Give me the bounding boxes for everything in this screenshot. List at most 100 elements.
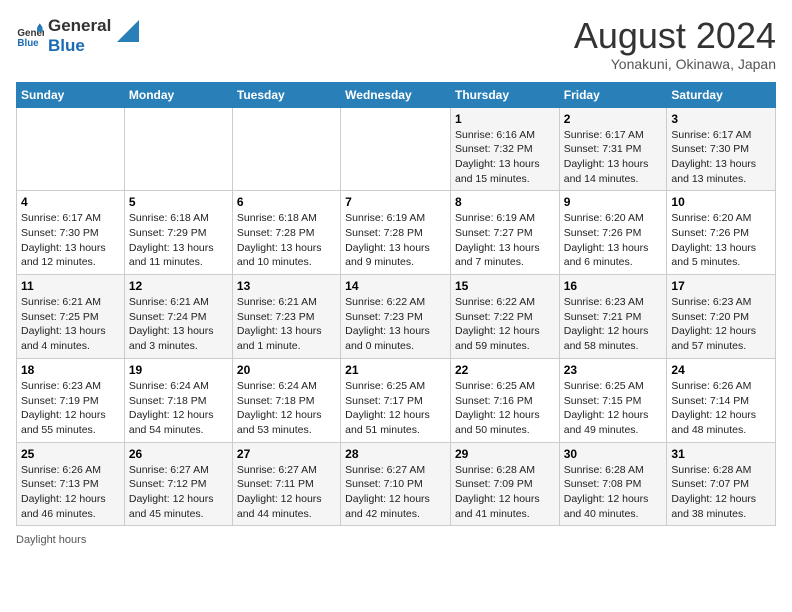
- day-number: 9: [564, 195, 663, 209]
- day-number: 24: [671, 363, 771, 377]
- day-number: 19: [129, 363, 228, 377]
- day-number: 3: [671, 112, 771, 126]
- calendar-cell: 30 Sunrise: 6:28 AMSunset: 7:08 PMDayligh…: [559, 442, 667, 526]
- calendar-cell: 11 Sunrise: 6:21 AMSunset: 7:25 PMDayligh…: [17, 275, 125, 359]
- day-info: Sunrise: 6:23 AMSunset: 7:21 PMDaylight:…: [564, 295, 663, 354]
- calendar-cell: 9 Sunrise: 6:20 AMSunset: 7:26 PMDaylight…: [559, 191, 667, 275]
- day-number: 20: [237, 363, 336, 377]
- day-number: 26: [129, 447, 228, 461]
- day-info: Sunrise: 6:28 AMSunset: 7:09 PMDaylight:…: [455, 463, 555, 522]
- day-info: Sunrise: 6:26 AMSunset: 7:13 PMDaylight:…: [21, 463, 120, 522]
- day-number: 15: [455, 279, 555, 293]
- calendar-cell: 16Sunrise: 6:23 AMSunset: 7:21 PMDayligh…: [559, 275, 667, 359]
- day-number: 31: [671, 447, 771, 461]
- calendar-week-5: 25Sunrise: 6:26 AMSunset: 7:13 PMDayligh…: [17, 442, 776, 526]
- day-info: Sunrise: 6:26 AMSunset: 7:14 PMDaylight:…: [671, 379, 771, 438]
- calendar-cell: [232, 107, 340, 191]
- calendar-cell: 27 Sunrise: 6:27 AMSunset: 7:11 PMDayligh…: [232, 442, 340, 526]
- day-header-saturday: Saturday: [667, 82, 776, 107]
- day-number: 5: [129, 195, 228, 209]
- calendar-cell: 29 Sunrise: 6:28 AMSunset: 7:09 PMDayligh…: [450, 442, 559, 526]
- day-info: Sunrise: 6:25 AMSunset: 7:16 PMDaylight:…: [455, 379, 555, 438]
- day-info: Sunrise: 6:28 AMSunset: 7:08 PMDaylight:…: [564, 463, 663, 522]
- day-header-sunday: Sunday: [17, 82, 125, 107]
- calendar-cell: 12 Sunrise: 6:21 AMSunset: 7:24 PMDayligh…: [124, 275, 232, 359]
- page-header: General Blue General Blue August 2024 Yo…: [16, 16, 776, 72]
- calendar-week-3: 11 Sunrise: 6:21 AMSunset: 7:25 PMDayligh…: [17, 275, 776, 359]
- day-number: 22: [455, 363, 555, 377]
- day-info: Sunrise: 6:18 AMSunset: 7:28 PMDaylight:…: [237, 211, 336, 270]
- day-number: 28: [345, 447, 446, 461]
- day-info: Sunrise: 6:17 AMSunset: 7:30 PMDaylight:…: [671, 128, 771, 187]
- day-header-monday: Monday: [124, 82, 232, 107]
- subtitle: Yonakuni, Okinawa, Japan: [574, 56, 776, 72]
- day-info: Sunrise: 6:24 AMSunset: 7:18 PMDaylight:…: [237, 379, 336, 438]
- day-info: Sunrise: 6:19 AMSunset: 7:27 PMDaylight:…: [455, 211, 555, 270]
- calendar-cell: 21 Sunrise: 6:25 AMSunset: 7:17 PMDayligh…: [341, 358, 451, 442]
- day-info: Sunrise: 6:17 AMSunset: 7:30 PMDaylight:…: [21, 211, 120, 270]
- daylight-label: Daylight hours: [16, 534, 86, 546]
- logo-triangle-icon: [117, 20, 139, 42]
- day-info: Sunrise: 6:18 AMSunset: 7:29 PMDaylight:…: [129, 211, 228, 270]
- day-info: Sunrise: 6:17 AMSunset: 7:31 PMDaylight:…: [564, 128, 663, 187]
- day-number: 23: [564, 363, 663, 377]
- day-number: 14: [345, 279, 446, 293]
- day-number: 11: [21, 279, 120, 293]
- calendar-week-1: 1 Sunrise: 6:16 AMSunset: 7:32 PMDaylight…: [17, 107, 776, 191]
- day-number: 27: [237, 447, 336, 461]
- day-number: 21: [345, 363, 446, 377]
- day-number: 30: [564, 447, 663, 461]
- day-number: 10: [671, 195, 771, 209]
- calendar-cell: [17, 107, 125, 191]
- footer: Daylight hours: [16, 534, 776, 546]
- calendar-cell: 14 Sunrise: 6:22 AMSunset: 7:23 PMDayligh…: [341, 275, 451, 359]
- svg-text:Blue: Blue: [17, 37, 39, 48]
- calendar-cell: 3 Sunrise: 6:17 AMSunset: 7:30 PMDaylight…: [667, 107, 776, 191]
- day-number: 13: [237, 279, 336, 293]
- day-number: 6: [237, 195, 336, 209]
- logo-general: General: [48, 16, 111, 36]
- day-info: Sunrise: 6:20 AMSunset: 7:26 PMDaylight:…: [564, 211, 663, 270]
- calendar-cell: 24 Sunrise: 6:26 AMSunset: 7:14 PMDayligh…: [667, 358, 776, 442]
- day-info: Sunrise: 6:22 AMSunset: 7:23 PMDaylight:…: [345, 295, 446, 354]
- day-info: Sunrise: 6:23 AMSunset: 7:20 PMDaylight:…: [671, 295, 771, 354]
- day-number: 12: [129, 279, 228, 293]
- day-info: Sunrise: 6:24 AMSunset: 7:18 PMDaylight:…: [129, 379, 228, 438]
- logo-icon: General Blue: [16, 22, 44, 50]
- day-info: Sunrise: 6:20 AMSunset: 7:26 PMDaylight:…: [671, 211, 771, 270]
- calendar-cell: 18Sunrise: 6:23 AMSunset: 7:19 PMDayligh…: [17, 358, 125, 442]
- day-info: Sunrise: 6:25 AMSunset: 7:15 PMDaylight:…: [564, 379, 663, 438]
- day-info: Sunrise: 6:27 AMSunset: 7:10 PMDaylight:…: [345, 463, 446, 522]
- calendar-cell: [341, 107, 451, 191]
- calendar-cell: 5 Sunrise: 6:18 AMSunset: 7:29 PMDaylight…: [124, 191, 232, 275]
- day-info: Sunrise: 6:21 AMSunset: 7:24 PMDaylight:…: [129, 295, 228, 354]
- day-header-tuesday: Tuesday: [232, 82, 340, 107]
- day-info: Sunrise: 6:28 AMSunset: 7:07 PMDaylight:…: [671, 463, 771, 522]
- title-area: August 2024 Yonakuni, Okinawa, Japan: [574, 16, 776, 72]
- calendar-cell: 1 Sunrise: 6:16 AMSunset: 7:32 PMDaylight…: [450, 107, 559, 191]
- day-number: 2: [564, 112, 663, 126]
- day-header-wednesday: Wednesday: [341, 82, 451, 107]
- calendar-cell: 7Sunrise: 6:19 AMSunset: 7:28 PMDaylight…: [341, 191, 451, 275]
- day-info: Sunrise: 6:27 AMSunset: 7:11 PMDaylight:…: [237, 463, 336, 522]
- calendar-cell: 2 Sunrise: 6:17 AMSunset: 7:31 PMDaylight…: [559, 107, 667, 191]
- day-number: 18: [21, 363, 120, 377]
- day-info: Sunrise: 6:21 AMSunset: 7:25 PMDaylight:…: [21, 295, 120, 354]
- day-header-thursday: Thursday: [450, 82, 559, 107]
- calendar-cell: 26Sunrise: 6:27 AMSunset: 7:12 PMDayligh…: [124, 442, 232, 526]
- day-number: 29: [455, 447, 555, 461]
- calendar-cell: 13Sunrise: 6:21 AMSunset: 7:23 PMDayligh…: [232, 275, 340, 359]
- calendar-cell: 19 Sunrise: 6:24 AMSunset: 7:18 PMDayligh…: [124, 358, 232, 442]
- calendar-cell: 4Sunrise: 6:17 AMSunset: 7:30 PMDaylight…: [17, 191, 125, 275]
- calendar-cell: 25Sunrise: 6:26 AMSunset: 7:13 PMDayligh…: [17, 442, 125, 526]
- day-info: Sunrise: 6:16 AMSunset: 7:32 PMDaylight:…: [455, 128, 555, 187]
- calendar-cell: 15Sunrise: 6:22 AMSunset: 7:22 PMDayligh…: [450, 275, 559, 359]
- calendar-cell: [124, 107, 232, 191]
- calendar-cell: 17 Sunrise: 6:23 AMSunset: 7:20 PMDayligh…: [667, 275, 776, 359]
- day-info: Sunrise: 6:25 AMSunset: 7:17 PMDaylight:…: [345, 379, 446, 438]
- logo: General Blue General Blue: [16, 16, 139, 55]
- day-number: 17: [671, 279, 771, 293]
- logo-blue: Blue: [48, 36, 111, 56]
- day-number: 1: [455, 112, 555, 126]
- calendar-cell: 23 Sunrise: 6:25 AMSunset: 7:15 PMDayligh…: [559, 358, 667, 442]
